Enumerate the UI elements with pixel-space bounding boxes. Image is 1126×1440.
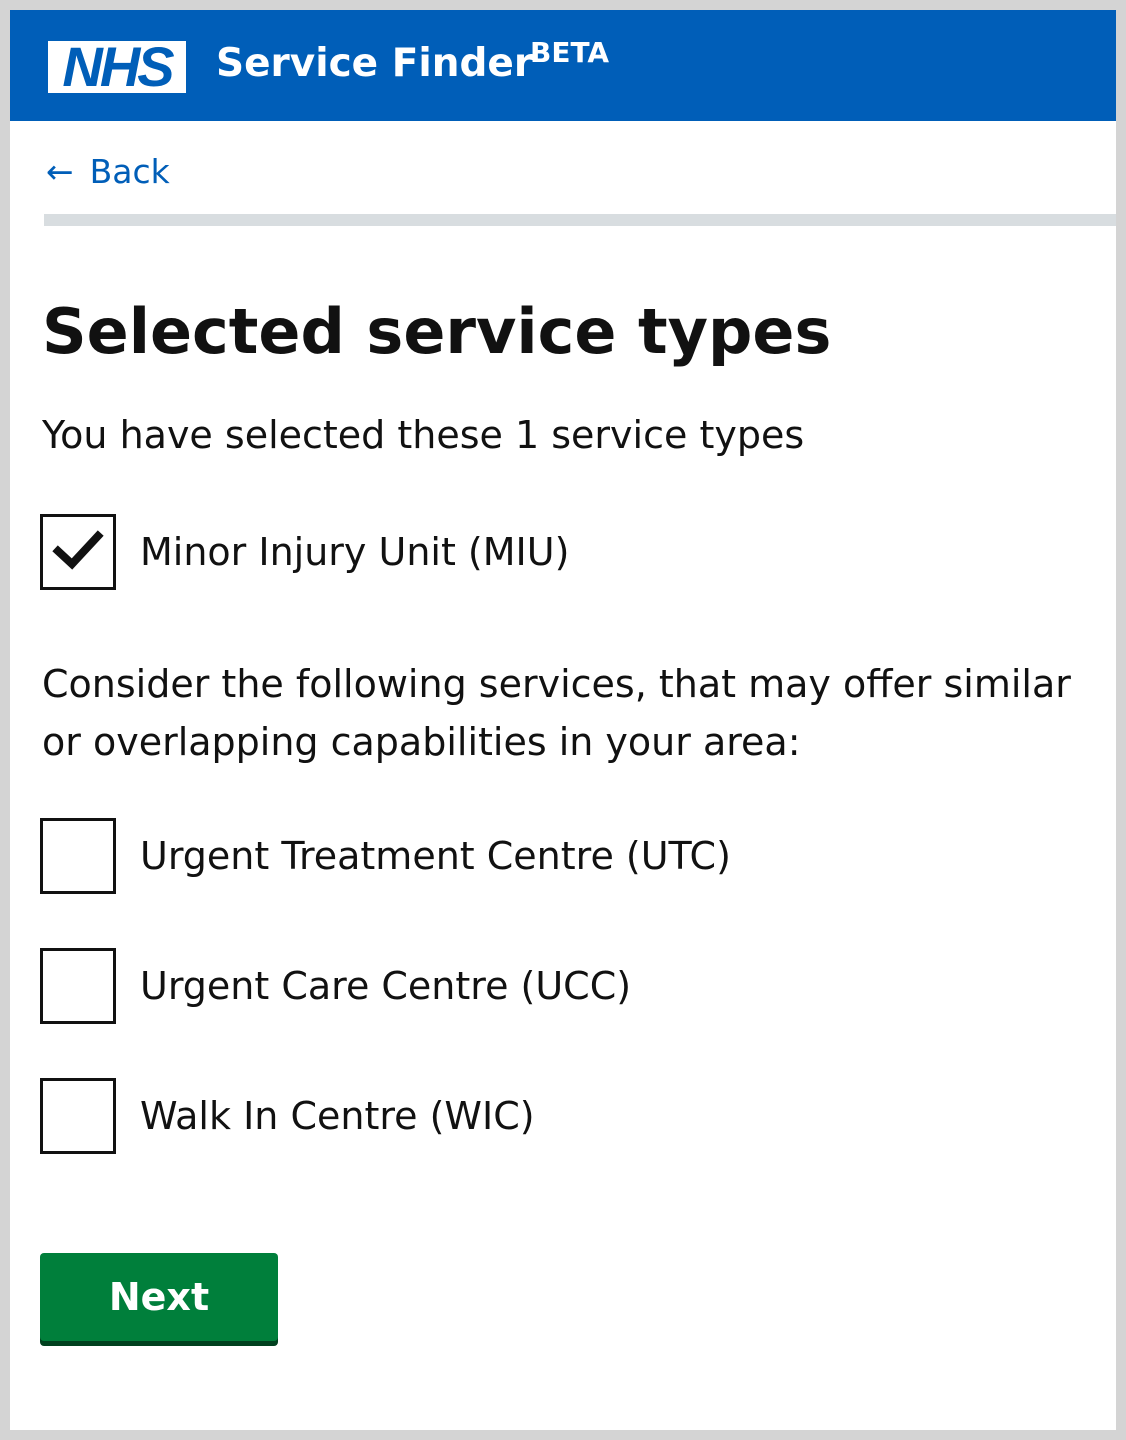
page-frame: NHS Service Finder BETA ← Back Selected s… [10, 10, 1116, 1430]
section-divider [44, 214, 1116, 226]
checkbox-utc[interactable] [40, 818, 116, 894]
checkmark-icon [52, 530, 104, 570]
back-arrow-icon: ← [46, 152, 74, 191]
selected-summary: You have selected these 1 service types [42, 413, 805, 457]
checkbox-item-wic[interactable]: Walk In Centre (WIC) [40, 1078, 1040, 1154]
checkbox-label-wic[interactable]: Walk In Centre (WIC) [140, 1088, 535, 1144]
back-link[interactable]: ← Back [46, 150, 170, 194]
next-button[interactable]: Next [40, 1253, 278, 1341]
nhs-logo-text: NHS [62, 35, 174, 98]
checkbox-miu[interactable] [40, 514, 116, 590]
consider-text: Consider the following services, that ma… [42, 662, 1071, 764]
checkbox-item-ucc[interactable]: Urgent Care Centre (UCC) [40, 948, 1040, 1024]
beta-tag: BETA [530, 36, 610, 69]
service-name[interactable]: Service Finder [216, 36, 533, 92]
checkbox-item-miu[interactable]: Minor Injury Unit (MIU) [40, 514, 1040, 590]
back-link-label: Back [89, 152, 170, 191]
nhs-logo[interactable]: NHS [48, 35, 186, 98]
site-header: NHS Service Finder BETA [10, 10, 1116, 121]
checkbox-label-ucc[interactable]: Urgent Care Centre (UCC) [140, 958, 631, 1014]
checkbox-wic[interactable] [40, 1078, 116, 1154]
checkbox-label-utc[interactable]: Urgent Treatment Centre (UTC) [140, 828, 731, 884]
checkbox-ucc[interactable] [40, 948, 116, 1024]
page-title: Selected service types [42, 295, 832, 368]
checkbox-item-utc[interactable]: Urgent Treatment Centre (UTC) [40, 818, 1040, 894]
checkbox-label-miu[interactable]: Minor Injury Unit (MIU) [140, 524, 569, 580]
